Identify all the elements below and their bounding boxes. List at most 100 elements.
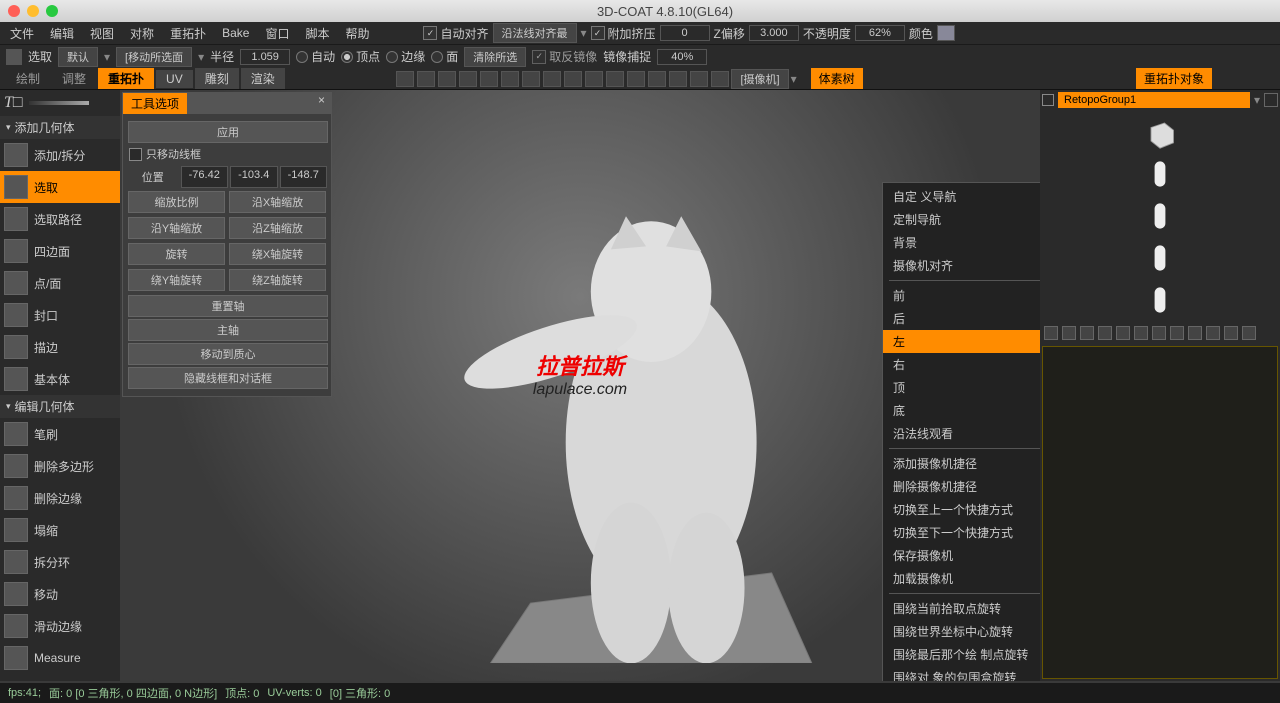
menu-retopo[interactable]: 重拓扑 — [164, 23, 212, 44]
shape-capsule1[interactable] — [1142, 156, 1178, 192]
vi12[interactable] — [627, 71, 645, 87]
tool-move[interactable]: 移动 — [0, 578, 120, 610]
menu-edit[interactable]: 编辑 — [44, 23, 80, 44]
viewport-3d[interactable]: 工具选项 × 应用 只移动线框 位置 -76.42 -103.4 -148.7 … — [120, 90, 1040, 681]
ctx-save-cam[interactable]: 保存摄像机 — [883, 544, 1040, 567]
menu-symmetry[interactable]: 对称 — [124, 23, 160, 44]
clear-button[interactable]: 清除所选 — [464, 47, 526, 67]
ctx-left[interactable]: 左[NUM4] — [883, 330, 1040, 353]
vi7[interactable] — [522, 71, 540, 87]
chevron-down-icon[interactable]: ▾ — [1254, 93, 1260, 107]
hide-wire-button[interactable]: 隐藏线框和对话框 — [128, 367, 328, 389]
menu-help[interactable]: 帮助 — [339, 23, 375, 44]
vi1[interactable] — [396, 71, 414, 87]
ctx-custom-nav2[interactable]: 定制导航 — [883, 208, 1040, 231]
visibility-icon[interactable] — [1042, 94, 1054, 106]
vertex-radio[interactable]: 顶点 — [341, 48, 380, 65]
ctx-right[interactable]: 右[NUM6] — [883, 353, 1040, 376]
vi16[interactable] — [711, 71, 729, 87]
mi5[interactable] — [1116, 326, 1130, 340]
tab-retopo[interactable]: 重拓扑 — [98, 68, 154, 89]
text-icon[interactable]: T□ — [4, 94, 23, 112]
mi6[interactable] — [1134, 326, 1148, 340]
tool-select-path[interactable]: 选取路径 — [0, 203, 120, 235]
tool-del-edge[interactable]: 删除边缘 — [0, 482, 120, 514]
retopo-group-row[interactable]: RetopoGroup1 ▾ — [1040, 90, 1280, 110]
vi6[interactable] — [501, 71, 519, 87]
close-icon[interactable] — [8, 5, 20, 17]
tab-render[interactable]: 渲染 — [241, 68, 285, 89]
ctx-background[interactable]: 背景 — [883, 231, 1040, 254]
tool-add-split[interactable]: 添加/拆分 — [0, 139, 120, 171]
auto-radio[interactable]: 自动 — [296, 48, 335, 65]
ctx-del-cam[interactable]: 删除摄像机捷径[CTRL+Down] — [883, 475, 1040, 498]
minimize-icon[interactable] — [27, 5, 39, 17]
menu-script[interactable]: 脚本 — [299, 23, 335, 44]
ctx-pivot1[interactable]: 围绕当前拾取点旋转 — [883, 597, 1040, 620]
tool-split-ring[interactable]: 拆分环 — [0, 546, 120, 578]
mi4[interactable] — [1098, 326, 1112, 340]
scale-button[interactable]: 缩放比例 — [128, 191, 225, 213]
vi5[interactable] — [480, 71, 498, 87]
mi12[interactable] — [1242, 326, 1256, 340]
ctx-custom-nav[interactable]: 自定 义导航 — [883, 185, 1040, 208]
menu-file[interactable]: 文件 — [4, 23, 40, 44]
mi1[interactable] — [1044, 326, 1058, 340]
mi8[interactable] — [1170, 326, 1184, 340]
rotate-button[interactable]: 旋转 — [128, 243, 225, 265]
tool-quad[interactable]: 四边面 — [0, 235, 120, 267]
rot-y-button[interactable]: 绕Y轴旋转 — [128, 269, 225, 291]
color-swatch[interactable] — [937, 25, 955, 41]
vi8[interactable] — [543, 71, 561, 87]
shape-capsule3[interactable] — [1142, 240, 1178, 276]
vi14[interactable] — [669, 71, 687, 87]
extrude-value[interactable]: 0 — [660, 25, 710, 41]
add-geometry-header[interactable]: 添加几何体 — [0, 116, 120, 139]
vi2[interactable] — [417, 71, 435, 87]
ctx-top[interactable]: 顶[NUM7] — [883, 376, 1040, 399]
extrude-check[interactable]: 附加挤压 — [591, 25, 656, 42]
ctx-load-cam[interactable]: 加载摄像机 — [883, 567, 1040, 590]
shape-cube[interactable] — [1142, 114, 1178, 150]
menu-view[interactable]: 视图 — [84, 23, 120, 44]
move-mode-dropdown[interactable]: [移动所选面 — [116, 47, 192, 67]
tool-collapse[interactable]: 塌缩 — [0, 514, 120, 546]
vi13[interactable] — [648, 71, 666, 87]
only-wireframe-check[interactable]: 只移动线框 — [127, 144, 327, 164]
align-mode-dropdown[interactable]: 沿法线对齐最 — [493, 23, 577, 43]
pos-y[interactable]: -103.4 — [230, 166, 278, 188]
tab-sculpt[interactable]: 雕刻 — [195, 68, 239, 89]
ctx-normal[interactable]: 沿法线观看[NUM*] — [883, 422, 1040, 445]
tool-point-face[interactable]: 点/面 — [0, 267, 120, 299]
shape-capsule4[interactable] — [1142, 282, 1178, 318]
ctx-back[interactable]: 后[NUM8] — [883, 307, 1040, 330]
main-axis-button[interactable]: 主轴 — [128, 319, 328, 341]
maximize-icon[interactable] — [46, 5, 58, 17]
edit-geometry-header[interactable]: 编辑几何体 — [0, 395, 120, 418]
radius-value[interactable]: 1.059 — [240, 49, 290, 65]
tool-brush[interactable]: 笔刷 — [0, 418, 120, 450]
ctx-pivot2[interactable]: 围绕世界坐标中心旋转 — [883, 620, 1040, 643]
voxel-tree-tab[interactable]: 体素树 — [811, 68, 863, 89]
window-controls[interactable] — [8, 5, 58, 17]
tool-select[interactable]: 选取 — [0, 171, 120, 203]
retopo-group-name[interactable]: RetopoGroup1 — [1058, 92, 1250, 108]
tool-slide-edge[interactable]: 滑动边缘 — [0, 610, 120, 642]
mi7[interactable] — [1152, 326, 1166, 340]
mi10[interactable] — [1206, 326, 1220, 340]
retopo-objects-tab[interactable]: 重拓扑对象 — [1136, 68, 1212, 89]
tool-primitive[interactable]: 基本体 — [0, 363, 120, 395]
mi11[interactable] — [1224, 326, 1238, 340]
ctx-add-cam[interactable]: 添加摄像机捷径[CTRL+Up] — [883, 452, 1040, 475]
vi15[interactable] — [690, 71, 708, 87]
vi4[interactable] — [459, 71, 477, 87]
select-mode-dropdown[interactable]: 默认 — [58, 47, 98, 67]
menu-window[interactable]: 窗口 — [259, 23, 295, 44]
brush-size-slider[interactable] — [29, 101, 89, 105]
face-radio[interactable]: 面 — [431, 48, 458, 65]
auto-align-check[interactable]: 自动对齐 — [423, 25, 488, 42]
tool-del-poly[interactable]: 删除多边形 — [0, 450, 120, 482]
vi9[interactable] — [564, 71, 582, 87]
menu-bake[interactable]: Bake — [216, 24, 255, 42]
ctx-pivot3[interactable]: 围绕最后那个绘 制点旋转 — [883, 643, 1040, 666]
